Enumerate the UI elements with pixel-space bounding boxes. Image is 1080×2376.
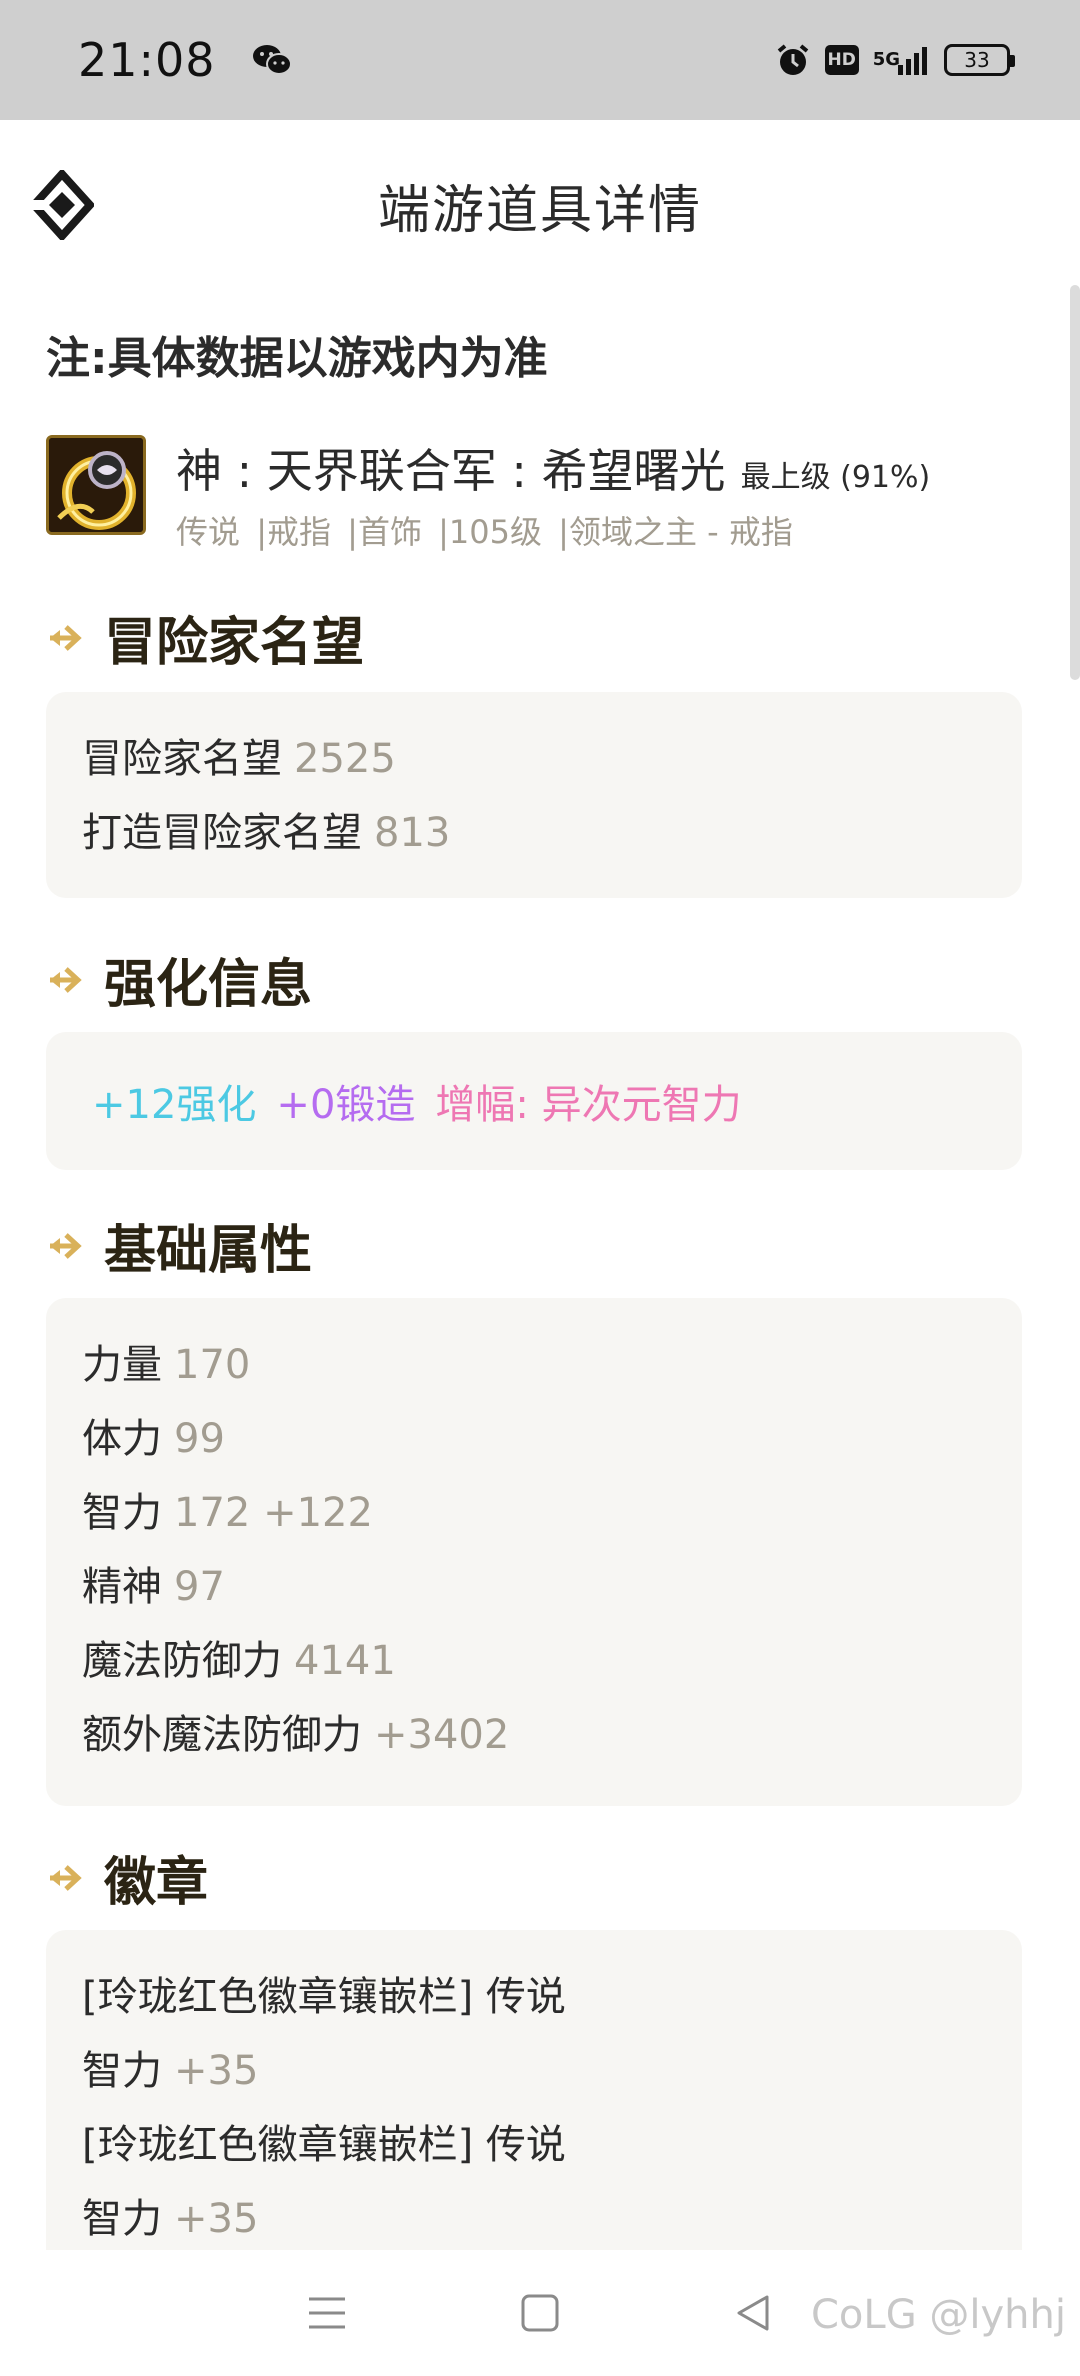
emblem-slot: [玲珑红色徽章镶嵌栏] 传说 [82, 2108, 986, 2182]
stat-value: +3402 [374, 1712, 510, 1758]
page-header: 端游道具详情 [0, 120, 1080, 290]
enhance-row: +12强化 +0锻造 增幅: 异次元智力 [92, 1064, 976, 1138]
status-time: 21:08 [78, 33, 216, 87]
forge-level: +0锻造 [276, 1082, 416, 1128]
item-tag-level: |105级 [438, 513, 542, 551]
emblem-stat: 智力 +35 [82, 2182, 986, 2250]
amplify-info: 增幅: 异次元智力 [435, 1082, 742, 1128]
stat-value: 170 [174, 1342, 251, 1388]
stat-label: 智力 [82, 2048, 162, 2094]
home-nav-button[interactable] [510, 2283, 570, 2343]
alarm-icon [775, 42, 811, 78]
fame-row: 打造冒险家名望 813 [82, 796, 986, 870]
page-title: 端游道具详情 [377, 180, 702, 241]
emblem-slot: [玲珑红色徽章镶嵌栏] 传说 [82, 1960, 986, 2034]
stat-label: 冒险家名望 [82, 736, 282, 782]
section-title-text: 徽章 [104, 1853, 209, 1913]
emblem-card: [玲珑红色徽章镶嵌栏] 传说 智力 +35 [玲珑红色徽章镶嵌栏] 传说 智力 +3… [46, 1930, 1022, 2250]
menu-nav-button[interactable] [297, 2283, 357, 2343]
item-tags: 传说 |戒指 |首饰 |105级 |领域之主 - 戒指 [176, 507, 799, 553]
stat-label: 力量 [82, 1342, 162, 1388]
stat-label: 体力 [82, 1416, 162, 1462]
item-tag-type: |戒指 [256, 513, 331, 551]
section-arrow-icon [50, 1232, 82, 1259]
attr-row: 力量 170 [82, 1328, 986, 1402]
stat-label: 打造冒险家名望 [82, 810, 362, 856]
section-arrow-icon [50, 966, 82, 993]
item-tag-rarity: 传说 [176, 513, 241, 551]
home-square-icon [521, 2294, 559, 2332]
section-title-text: 冒险家名望 [104, 613, 365, 673]
emblem-slot-label: [玲珑红色徽章镶嵌栏] 传说 [82, 1974, 566, 2020]
hd-badge: HD [824, 45, 859, 75]
attr-row: 体力 99 [82, 1402, 986, 1476]
section-title-text: 基础属性 [104, 1221, 313, 1281]
item-grade: 最上级 (91%) [740, 460, 931, 495]
stat-label: 智力 [82, 1490, 162, 1536]
section-title-enhance: 强化信息 [46, 942, 312, 1017]
attr-row: 额外魔法防御力 +3402 [82, 1698, 986, 1772]
battery-level: 33 [964, 48, 990, 72]
item-header: 神 : 天界联合军 : 希望曙光 最上级 (91%) 传说 |戒指 |首饰 |1… [46, 435, 1026, 551]
attr-row: 魔法防御力 4141 [82, 1624, 986, 1698]
fame-row: 冒险家名望 2525 [82, 722, 986, 796]
attr-row: 精神 97 [82, 1550, 986, 1624]
stat-label: 魔法防御力 [82, 1638, 282, 1684]
base-attr-card: 力量 170 体力 99 智力 172 +122 精神 97 魔法防御力 4141 额外魔… [46, 1298, 1022, 1806]
battery-indicator: 33 [944, 44, 1015, 76]
menu-icon [308, 2297, 345, 2329]
back-nav-button[interactable] [723, 2283, 783, 2343]
emblem-stat: 智力 +35 [82, 2034, 986, 2108]
stat-value: 2525 [294, 736, 396, 782]
stat-label: 精神 [82, 1564, 162, 1610]
item-tag-source: |领域之主 - 戒指 [558, 513, 793, 551]
section-title-text: 强化信息 [104, 955, 313, 1015]
watermark: CoLG @lyhhj [811, 2292, 1066, 2338]
reinforce-level: +12强化 [92, 1082, 257, 1128]
item-tag-category: |首饰 [347, 513, 422, 551]
stat-value: 97 [174, 1564, 225, 1610]
emblem-slot-label: [玲珑红色徽章镶嵌栏] 传说 [82, 2122, 566, 2168]
item-detail-content[interactable]: 注:具体数据以游戏内为准 神 : 天界联合军 : 希望曙光 最上级 (91%) … [0, 290, 1080, 2250]
enhance-card: +12强化 +0锻造 增幅: 异次元智力 [46, 1032, 1022, 1170]
wechat-icon [252, 43, 292, 77]
stat-value: 172 +122 [174, 1490, 373, 1536]
stat-label: 智力 [82, 2196, 162, 2242]
status-bar: 21:08 HD 5G 33 [0, 0, 1080, 120]
attr-row: 智力 172 +122 [82, 1476, 986, 1550]
stat-value: 4141 [294, 1638, 396, 1684]
item-image [46, 435, 146, 535]
section-arrow-icon [50, 1864, 82, 1891]
section-title-base: 基础属性 [46, 1208, 312, 1283]
back-triangle-icon [737, 2295, 769, 2331]
section-arrow-icon [50, 624, 82, 651]
stat-label: 额外魔法防御力 [82, 1712, 362, 1758]
stat-value: +35 [174, 2048, 259, 2094]
data-note: 注:具体数据以游戏内为准 [46, 333, 548, 384]
network-signal-icon: 5G [873, 45, 930, 75]
stat-value: 99 [174, 1416, 225, 1462]
section-title-fame: 冒险家名望 [46, 600, 364, 675]
section-title-emblem: 徽章 [46, 1840, 208, 1915]
fame-card: 冒险家名望 2525 打造冒险家名望 813 [46, 692, 1022, 898]
app-logo-icon[interactable] [28, 168, 96, 242]
stat-value: +35 [174, 2196, 259, 2242]
item-name: 神 : 天界联合军 : 希望曙光 [176, 444, 726, 498]
stat-value: 813 [374, 810, 451, 856]
